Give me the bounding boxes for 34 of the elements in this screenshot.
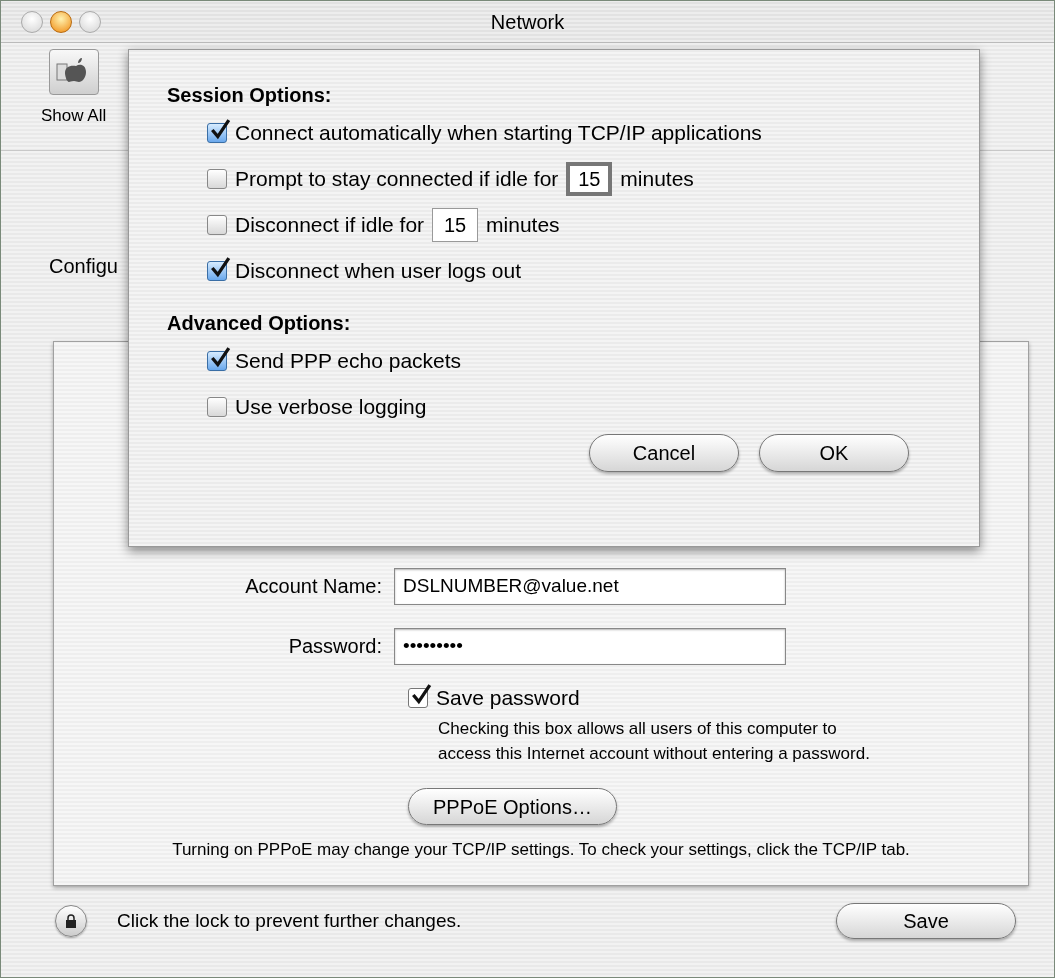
checkbox-label: Prompt to stay connected if idle for [235, 166, 559, 193]
configure-label: Configu [49, 254, 118, 279]
checkbox-label: Disconnect when user logs out [235, 258, 521, 285]
password-field[interactable]: ••••••••• [394, 627, 786, 665]
account-name-label: Account Name: [244, 574, 383, 599]
account-name-field[interactable]: DSLNUMBER@value.net [394, 567, 786, 605]
checkbox-label: Send PPP echo packets [235, 348, 462, 375]
help-text: Checking this box allows all users of this computer to [438, 718, 838, 740]
lock-icon[interactable] [55, 905, 87, 937]
checkbox[interactable] [207, 169, 227, 189]
checkbox-label: Connect automatically when starting TCP/IP applications [235, 120, 762, 147]
section-title: Advanced Options: [167, 311, 352, 336]
minimize-button[interactable] [50, 11, 72, 33]
unit-label: minutes [486, 212, 560, 239]
checkbox[interactable] [207, 215, 227, 235]
unit-label: minutes [620, 166, 694, 193]
preferences-icon[interactable] [48, 49, 99, 95]
dialog-button[interactable]: Cancel [589, 434, 739, 472]
minutes-field[interactable]: 15 [432, 208, 479, 242]
checkbox-label: Use verbose logging [235, 394, 427, 421]
help-text: access this Internet account without entering a password. [438, 743, 871, 765]
save-button[interactable]: Save [836, 903, 1016, 939]
checkbox-label: Disconnect if idle for [235, 212, 425, 239]
dialog-button[interactable]: OK [759, 434, 909, 472]
minutes-field[interactable]: 15 [566, 162, 613, 196]
pppoe-options-button[interactable]: PPPoE Options… [408, 788, 617, 825]
lock-text: Click the lock to prevent further changes. [117, 908, 462, 933]
section-title: Session Options: [167, 83, 333, 108]
window-title: Network [490, 9, 565, 35]
checkbox[interactable] [207, 397, 227, 417]
show-all-label[interactable]: Show All [41, 103, 107, 129]
password-label: Password: [287, 634, 383, 659]
checkbox-label: Save password [436, 685, 580, 712]
info-text: Turning on PPPoE may change your TCP/IP settings. To check your settings, click the TCP/IP tab. [172, 840, 910, 859]
